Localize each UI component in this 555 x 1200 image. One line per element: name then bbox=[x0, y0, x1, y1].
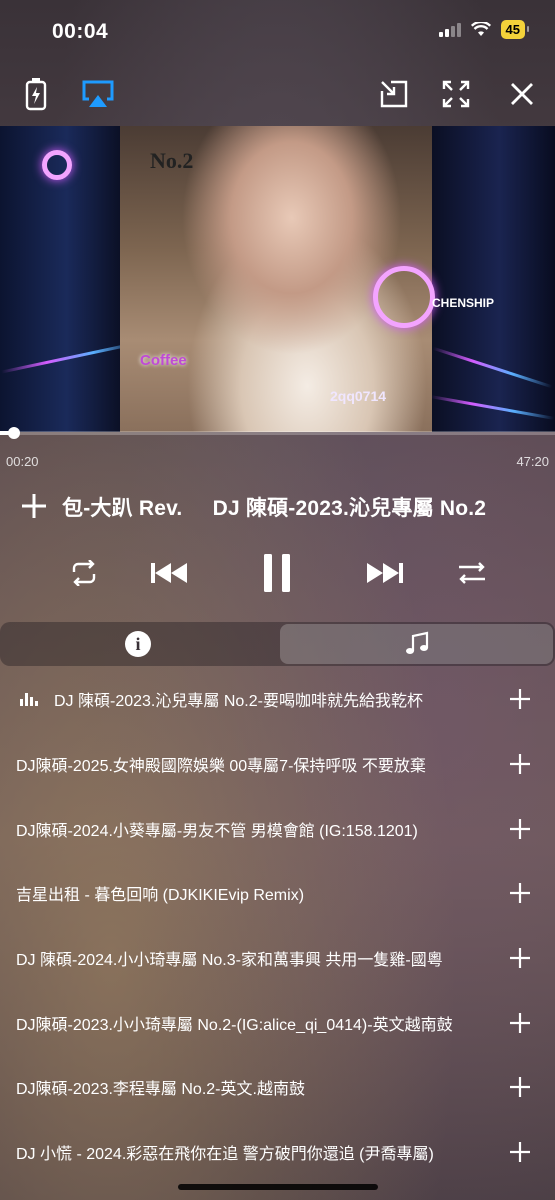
tab-info[interactable]: i bbox=[0, 622, 276, 666]
neon-decoration bbox=[432, 346, 553, 389]
previous-button[interactable] bbox=[148, 548, 192, 598]
now-playing-bars-icon bbox=[20, 692, 38, 706]
playlist: DJ 陳碩-2023.沁兒專屬 No.2-要喝咖啡就先給我乾杯 DJ陳碩-202… bbox=[0, 667, 555, 1185]
brand-name: CHENSHIP bbox=[432, 296, 495, 310]
elapsed-time: 00:20 bbox=[6, 454, 39, 469]
list-item[interactable]: DJ 陳碩-2023.沁兒專屬 No.2-要喝咖啡就先給我乾杯 bbox=[0, 667, 555, 732]
playback-controls bbox=[0, 548, 555, 598]
tab-playlist[interactable] bbox=[280, 624, 553, 664]
list-item[interactable]: DJ陳碩-2025.女神殿國際娛樂 00專屬7-保持呼吸 不要放棄 bbox=[0, 732, 555, 797]
progress-knob[interactable] bbox=[8, 427, 20, 439]
now-playing-title: 包-大趴 Rev. DJ 陳碩-2023.沁兒專屬 No.2 bbox=[62, 492, 552, 524]
previous-icon bbox=[151, 563, 187, 583]
repeat-icon bbox=[72, 560, 96, 586]
cellular-signal-icon bbox=[438, 22, 461, 37]
status-bar: 00:04 45 bbox=[0, 0, 555, 64]
wifi-icon bbox=[470, 22, 491, 36]
add-track-icon[interactable] bbox=[509, 818, 531, 840]
add-track-icon[interactable] bbox=[509, 882, 531, 904]
add-track-icon[interactable] bbox=[509, 753, 531, 775]
track-title: DJ陳碩-2023.小小琦專屬 No.2-(IG:alice_qi_0414)-… bbox=[16, 1016, 453, 1034]
cover-caption: 2qq0714 bbox=[330, 388, 387, 404]
track-title: DJ 陳碩-2024.小小琦專屬 No.3-家和萬事興 共用一隻雞-國粵 bbox=[16, 952, 443, 970]
brand-logo bbox=[373, 266, 435, 328]
track-title: DJ 小慌 - 2024.彩惡在飛你在追 警方破門你還追 (尹喬專屬) bbox=[16, 1146, 434, 1164]
pause-button[interactable] bbox=[254, 548, 300, 598]
add-track-icon[interactable] bbox=[509, 947, 531, 969]
view-tabs: i bbox=[0, 622, 555, 666]
logo-mark bbox=[42, 150, 72, 180]
list-item[interactable]: DJ 陳碩-2024.小小琦專屬 No.3-家和萬事興 共用一隻雞-國粵 bbox=[0, 926, 555, 991]
progress-bar[interactable] bbox=[0, 427, 555, 439]
video-artwork[interactable]: No.2 Coffee CHENSHIP 2qq0714 bbox=[0, 126, 555, 432]
track-title: DJ陳碩-2024.小葵專屬-男友不管 男模會館 (IG:158.1201) bbox=[16, 822, 418, 840]
player-toolbar bbox=[0, 74, 555, 118]
add-track-icon[interactable] bbox=[509, 1076, 531, 1098]
plus-icon bbox=[22, 494, 46, 518]
neon-decoration bbox=[430, 395, 555, 420]
battery-saver-button[interactable] bbox=[16, 74, 56, 114]
status-time: 00:04 bbox=[52, 20, 109, 43]
fullscreen-button[interactable] bbox=[436, 74, 476, 114]
battery-indicator: 45 bbox=[500, 20, 530, 39]
add-to-playlist-button[interactable] bbox=[20, 492, 48, 520]
repeat-button[interactable] bbox=[64, 548, 104, 598]
picture-in-picture-icon bbox=[380, 80, 408, 108]
cover-number: No.2 bbox=[150, 148, 194, 173]
list-item[interactable]: DJ陳碩-2023.小小琦專屬 No.2-(IG:alice_qi_0414)-… bbox=[0, 990, 555, 1055]
shuffle-icon bbox=[459, 562, 485, 584]
track-title: DJ陳碩-2023.李程專屬 No.2-英文.越南鼓 bbox=[16, 1081, 305, 1099]
airplay-icon bbox=[82, 80, 114, 107]
battery-saver-icon bbox=[25, 78, 47, 111]
status-indicators: 45 bbox=[438, 20, 530, 39]
list-item[interactable]: DJ陳碩-2024.小葵專屬-男友不管 男模會館 (IG:158.1201) bbox=[0, 796, 555, 861]
close-icon bbox=[511, 83, 533, 105]
close-button[interactable] bbox=[502, 74, 542, 114]
list-item[interactable]: DJ陳碩-2023.李程專屬 No.2-英文.越南鼓 bbox=[0, 1055, 555, 1120]
airplay-button[interactable] bbox=[78, 74, 118, 114]
add-track-icon[interactable] bbox=[509, 1012, 531, 1034]
fullscreen-icon bbox=[442, 80, 470, 108]
list-item[interactable]: DJ 小慌 - 2024.彩惡在飛你在追 警方破門你還追 (尹喬專屬) bbox=[0, 1120, 555, 1185]
total-duration: 47:20 bbox=[516, 454, 549, 469]
cover-coffee-label: Coffee bbox=[140, 352, 187, 369]
list-item[interactable]: 吉星出租 - 暮色回响 (DJKIKIEvip Remix) bbox=[0, 861, 555, 926]
pause-icon bbox=[264, 554, 290, 592]
shuffle-button[interactable] bbox=[452, 548, 492, 598]
track-title: DJ陳碩-2025.女神殿國際娛樂 00專屬7-保持呼吸 不要放棄 bbox=[16, 758, 426, 776]
add-track-icon[interactable] bbox=[509, 688, 531, 710]
home-indicator bbox=[178, 1184, 378, 1190]
next-button[interactable] bbox=[362, 548, 406, 598]
add-track-icon[interactable] bbox=[509, 1141, 531, 1163]
neon-decoration bbox=[1, 341, 139, 374]
track-title: 吉星出租 - 暮色回响 (DJKIKIEvip Remix) bbox=[16, 887, 305, 905]
music-note-icon bbox=[405, 631, 428, 654]
picture-in-picture-button[interactable] bbox=[374, 74, 414, 114]
track-title: DJ 陳碩-2023.沁兒專屬 No.2-要喝咖啡就先給我乾杯 bbox=[54, 693, 423, 711]
info-icon: i bbox=[125, 631, 151, 657]
now-playing-row: 包-大趴 Rev. DJ 陳碩-2023.沁兒專屬 No.2 bbox=[0, 488, 555, 528]
now-playing-marquee: 包-大趴 Rev. DJ 陳碩-2023.沁兒專屬 No.2 bbox=[62, 497, 487, 520]
next-icon bbox=[367, 563, 403, 583]
